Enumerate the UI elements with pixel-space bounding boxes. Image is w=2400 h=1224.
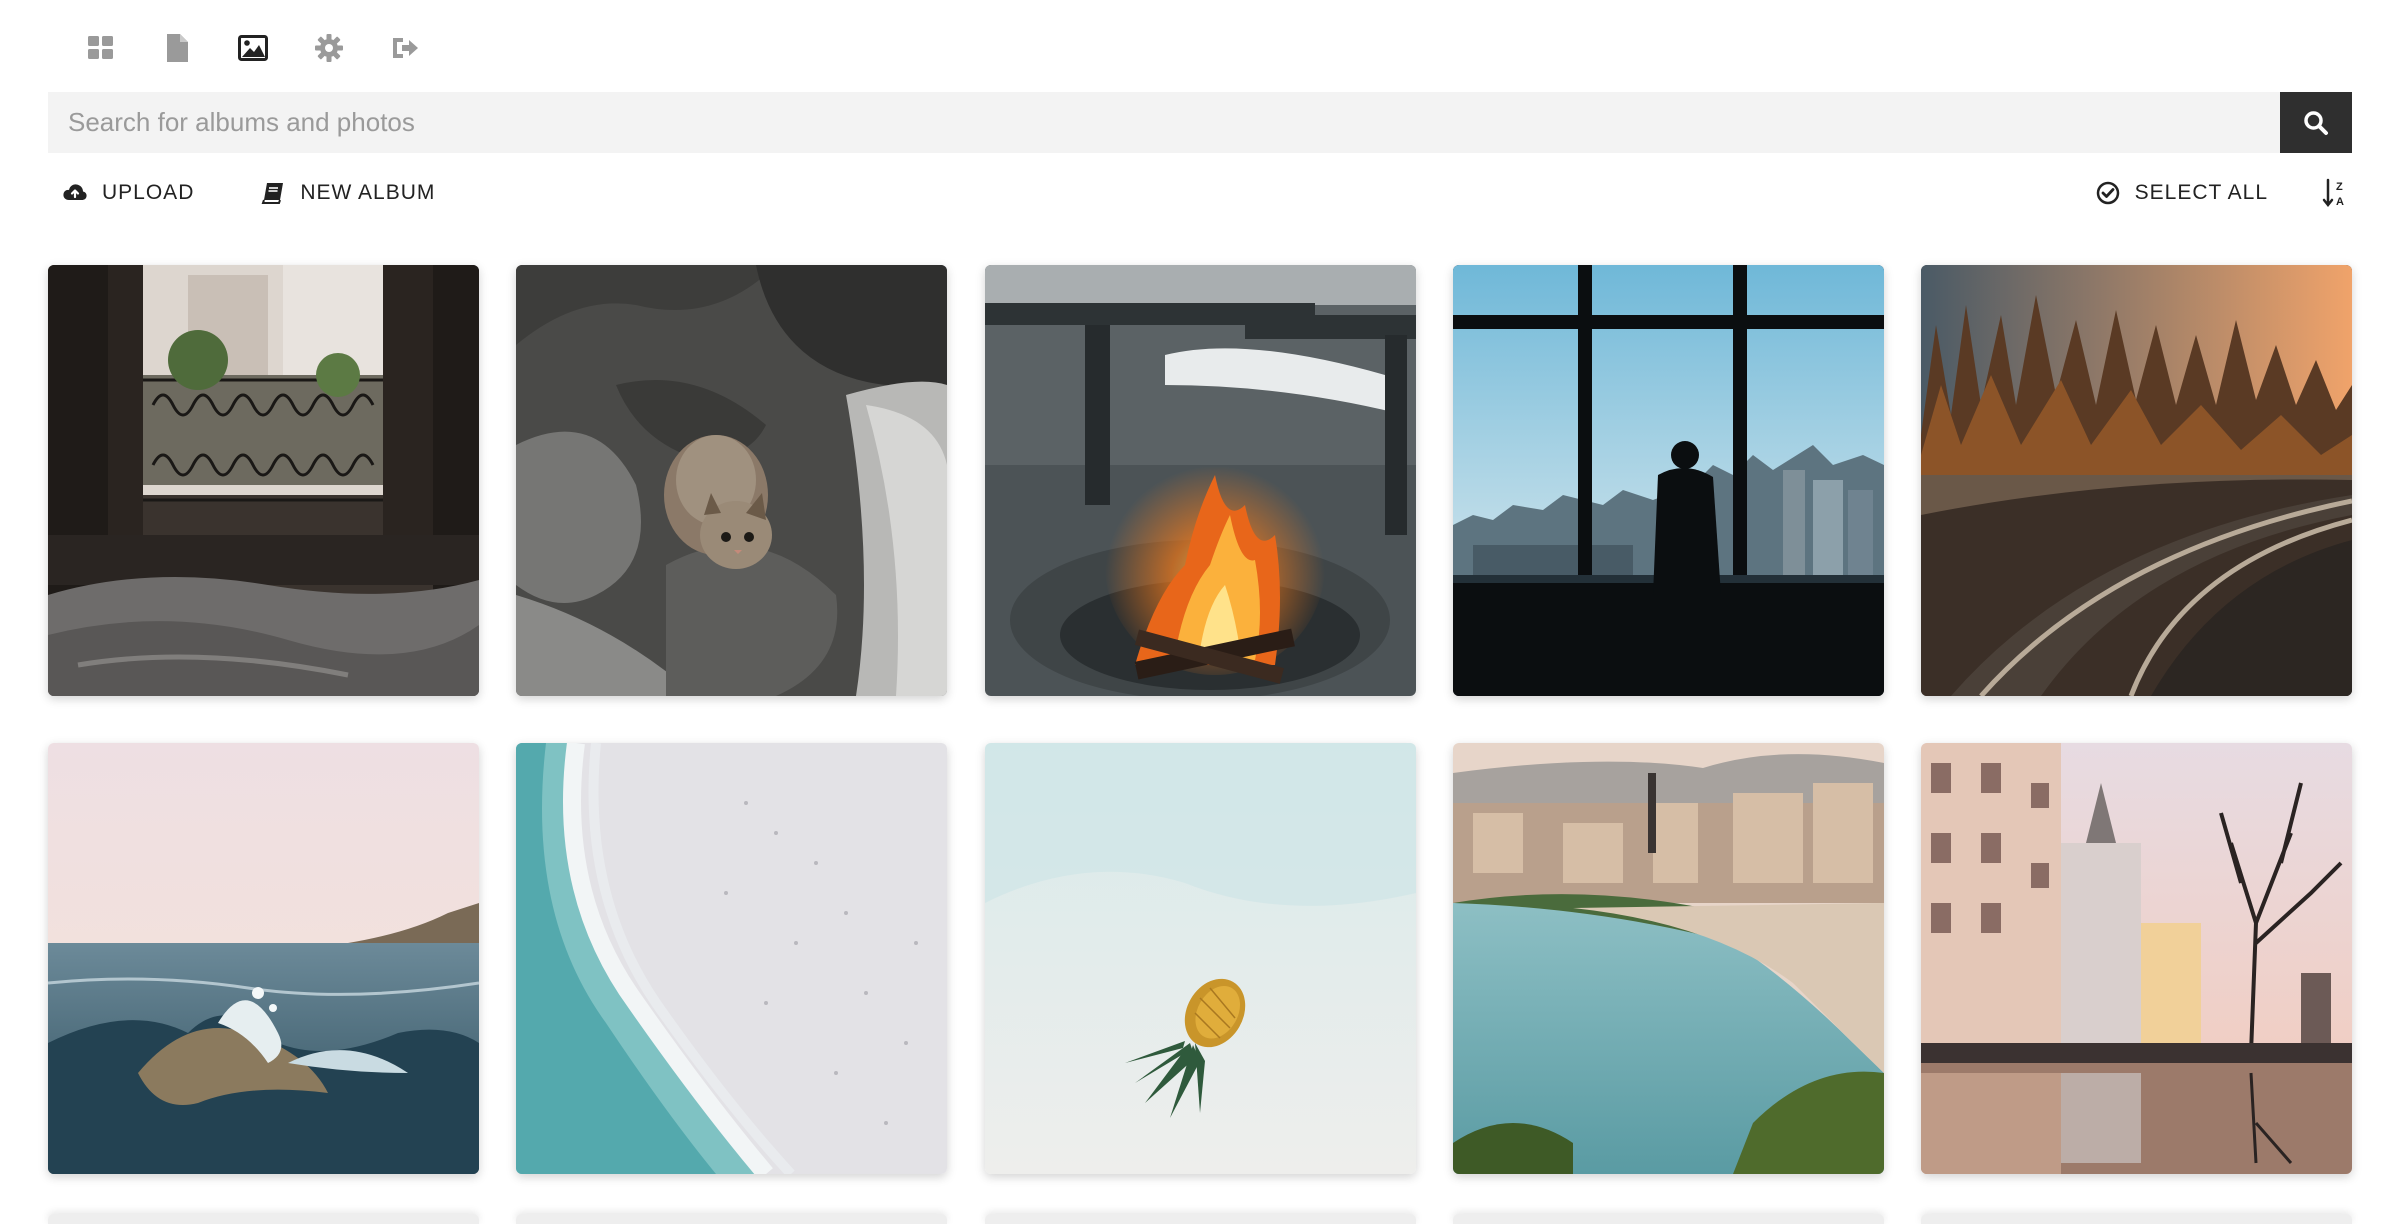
search-icon (2304, 110, 2328, 135)
photo-railway-forest (1921, 265, 2352, 696)
image-icon[interactable] (238, 33, 268, 63)
photo-tile[interactable] (1452, 265, 1884, 696)
photo-tile[interactable] (1921, 743, 2352, 1174)
photo-grid (48, 265, 2352, 1174)
sort-alpha-desc-icon: ZA (2322, 178, 2344, 208)
svg-text:A: A (2336, 196, 2344, 208)
search-bar (48, 92, 2352, 153)
upload-label: UPLOAD (102, 181, 195, 204)
svg-text:Z: Z (2336, 181, 2343, 193)
select-all-label: SELECT ALL (2134, 181, 2268, 204)
photo-tile-peek[interactable] (1921, 1214, 2352, 1224)
photo-tile-peek[interactable] (984, 1214, 1416, 1224)
photo-ocean-wave (48, 743, 479, 1174)
upload-button[interactable]: UPLOAD (48, 180, 208, 206)
top-nav (86, 28, 420, 68)
photo-tile[interactable] (984, 265, 1416, 696)
photo-tile[interactable] (516, 743, 948, 1174)
photo-pineapple (984, 743, 1416, 1174)
photo-tile-peek[interactable] (1452, 1214, 1884, 1224)
photo-campfire (984, 265, 1416, 696)
logout-icon[interactable] (390, 33, 420, 63)
photo-tile[interactable] (48, 265, 479, 696)
photo-aerial-beach (516, 743, 948, 1174)
photo-bedroom-window (48, 265, 479, 696)
sort-button[interactable]: ZA (2320, 177, 2352, 209)
select-all-button[interactable]: SELECT ALL (2081, 180, 2282, 206)
cloud-upload-icon (63, 184, 87, 200)
photo-tile[interactable] (516, 265, 948, 696)
search-button[interactable] (2280, 92, 2352, 153)
search-input[interactable] (48, 92, 2280, 153)
photo-tile[interactable] (48, 743, 479, 1174)
photo-street-reflection (1921, 743, 2352, 1174)
photo-tile[interactable] (984, 743, 1416, 1174)
photo-window-silhouette (1452, 265, 1884, 696)
photo-tile-peek[interactable] (516, 1214, 948, 1224)
check-circle-icon (2096, 181, 2119, 205)
photo-city-beach (1452, 743, 1884, 1174)
gear-icon[interactable] (314, 33, 344, 63)
new-album-label: NEW ALBUM (300, 181, 436, 204)
photo-tile-peek[interactable] (48, 1214, 479, 1224)
photo-tile[interactable] (1452, 743, 1884, 1174)
photo-kitten (516, 265, 948, 696)
photo-tile[interactable] (1921, 265, 2352, 696)
new-album-button[interactable]: NEW ALBUM (246, 180, 449, 206)
document-icon[interactable] (162, 33, 192, 63)
toolbar: UPLOAD NEW ALBUM SELECT ALL ZA (48, 172, 2352, 214)
dashboard-icon[interactable] (86, 33, 116, 63)
book-icon (261, 183, 284, 204)
